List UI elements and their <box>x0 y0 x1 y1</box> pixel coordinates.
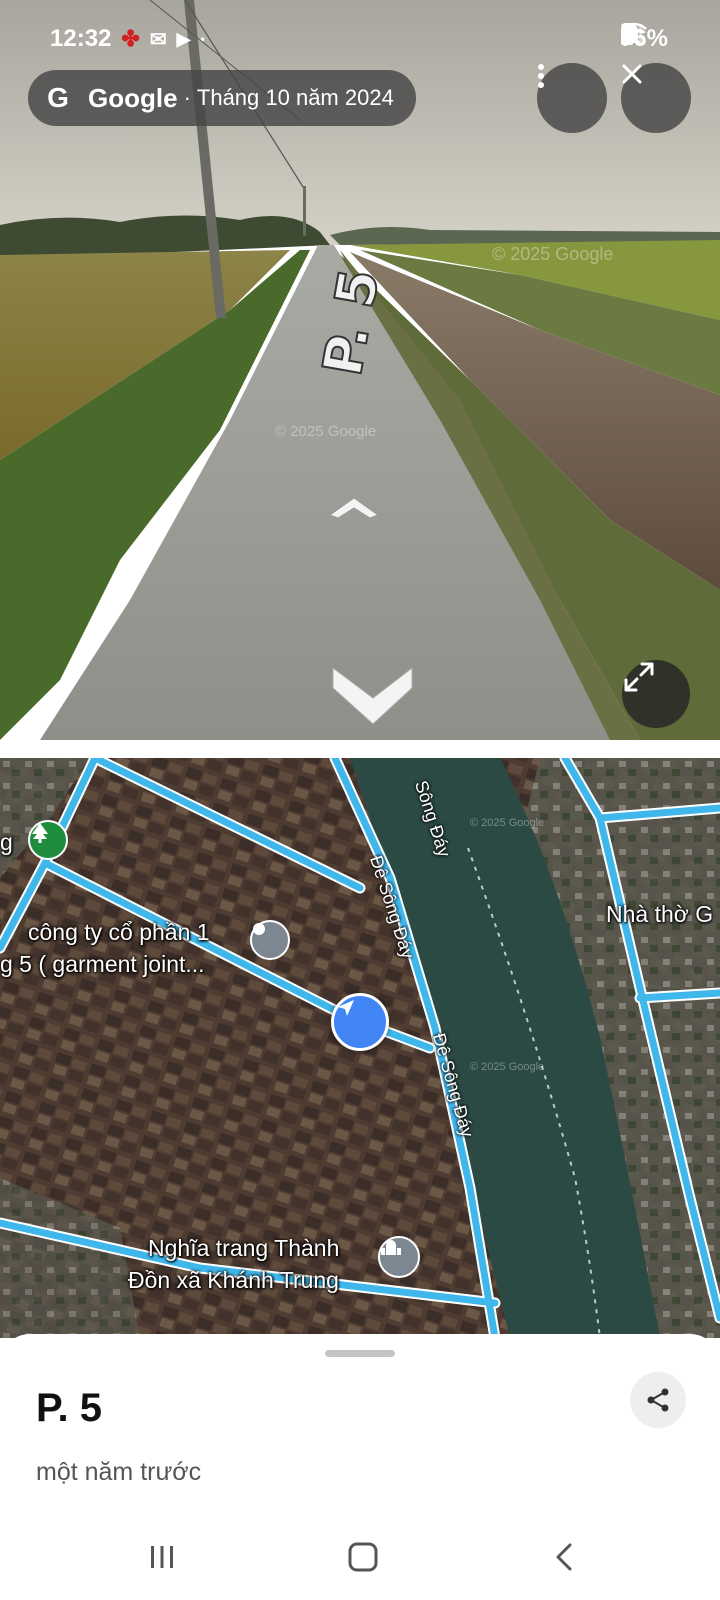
provider-name: Google <box>88 82 178 113</box>
expand-button[interactable] <box>622 660 690 728</box>
status-time: 12:32 <box>50 25 112 52</box>
home-icon <box>348 1542 378 1572</box>
navigation-arrow-icon <box>338 1000 354 1016</box>
share-button[interactable] <box>630 1372 686 1428</box>
expand-icon <box>624 662 654 692</box>
sheet-drag-handle[interactable] <box>325 1350 395 1357</box>
cemetery-marker[interactable] <box>378 1236 420 1278</box>
status-bar-right: 76% <box>620 22 668 56</box>
map-label-edge: g <box>0 829 13 855</box>
current-position-marker <box>331 993 389 1051</box>
park-marker[interactable] <box>28 820 68 860</box>
company-label-line1[interactable]: công ty cổ phần 1 <box>28 916 210 948</box>
map-watermark-2: © 2025 Google <box>470 1061 544 1073</box>
recent-apps-button[interactable] <box>132 1532 192 1582</box>
mail-icon: ✉ <box>149 28 167 51</box>
cemetery-icon <box>381 1240 401 1255</box>
cemetery-label-line1[interactable]: Nghĩa trang Thành <box>148 1232 339 1264</box>
imagery-date: Tháng 10 năm 2024 <box>196 85 394 110</box>
back-icon <box>556 1543 572 1571</box>
share-icon <box>647 1388 669 1412</box>
street-view-watermark-2: © 2025 Google <box>492 244 613 264</box>
status-bar-left: 12:32 ✤ ✉ ▶ • <box>50 22 205 56</box>
recent-apps-icon <box>151 1546 173 1568</box>
tree-icon <box>32 823 48 843</box>
close-icon <box>622 64 642 84</box>
satellite-map[interactable]: © 2025 Google © 2025 Google Sông Đáy Đê … <box>0 758 720 1338</box>
google-g-icon: G <box>47 82 69 113</box>
back-button[interactable] <box>534 1532 594 1582</box>
map-watermark-1: © 2025 Google <box>470 817 544 829</box>
dot-icon: • <box>200 32 205 46</box>
street-view-panorama[interactable]: P. 5 © 2025 Google © 2025 Google 12:32 ✤… <box>0 0 720 758</box>
location-pin-icon <box>253 923 265 935</box>
separator: · <box>183 85 191 110</box>
notification-app-icon: ✤ <box>121 26 140 51</box>
place-title: P. 5 <box>36 1386 102 1430</box>
media-icon: ▶ <box>176 28 191 49</box>
street-view-watermark-1: © 2025 Google <box>275 423 376 440</box>
church-label[interactable]: Nhà thờ G <box>606 898 713 930</box>
more-vertical-icon <box>538 64 544 88</box>
home-button[interactable] <box>333 1532 393 1582</box>
imagery-info-pill[interactable]: G Google · Tháng 10 năm 2024 <box>28 70 416 126</box>
more-options-button[interactable] <box>537 63 607 133</box>
battery-icon <box>620 23 633 45</box>
place-subtitle: một năm trước <box>36 1458 202 1486</box>
cemetery-label-line2[interactable]: Đồn xã Khánh Trung <box>128 1264 339 1296</box>
company-place-marker[interactable] <box>250 920 290 960</box>
company-label-line2[interactable]: g 5 ( garment joint... <box>0 948 205 980</box>
close-button[interactable] <box>621 63 691 133</box>
